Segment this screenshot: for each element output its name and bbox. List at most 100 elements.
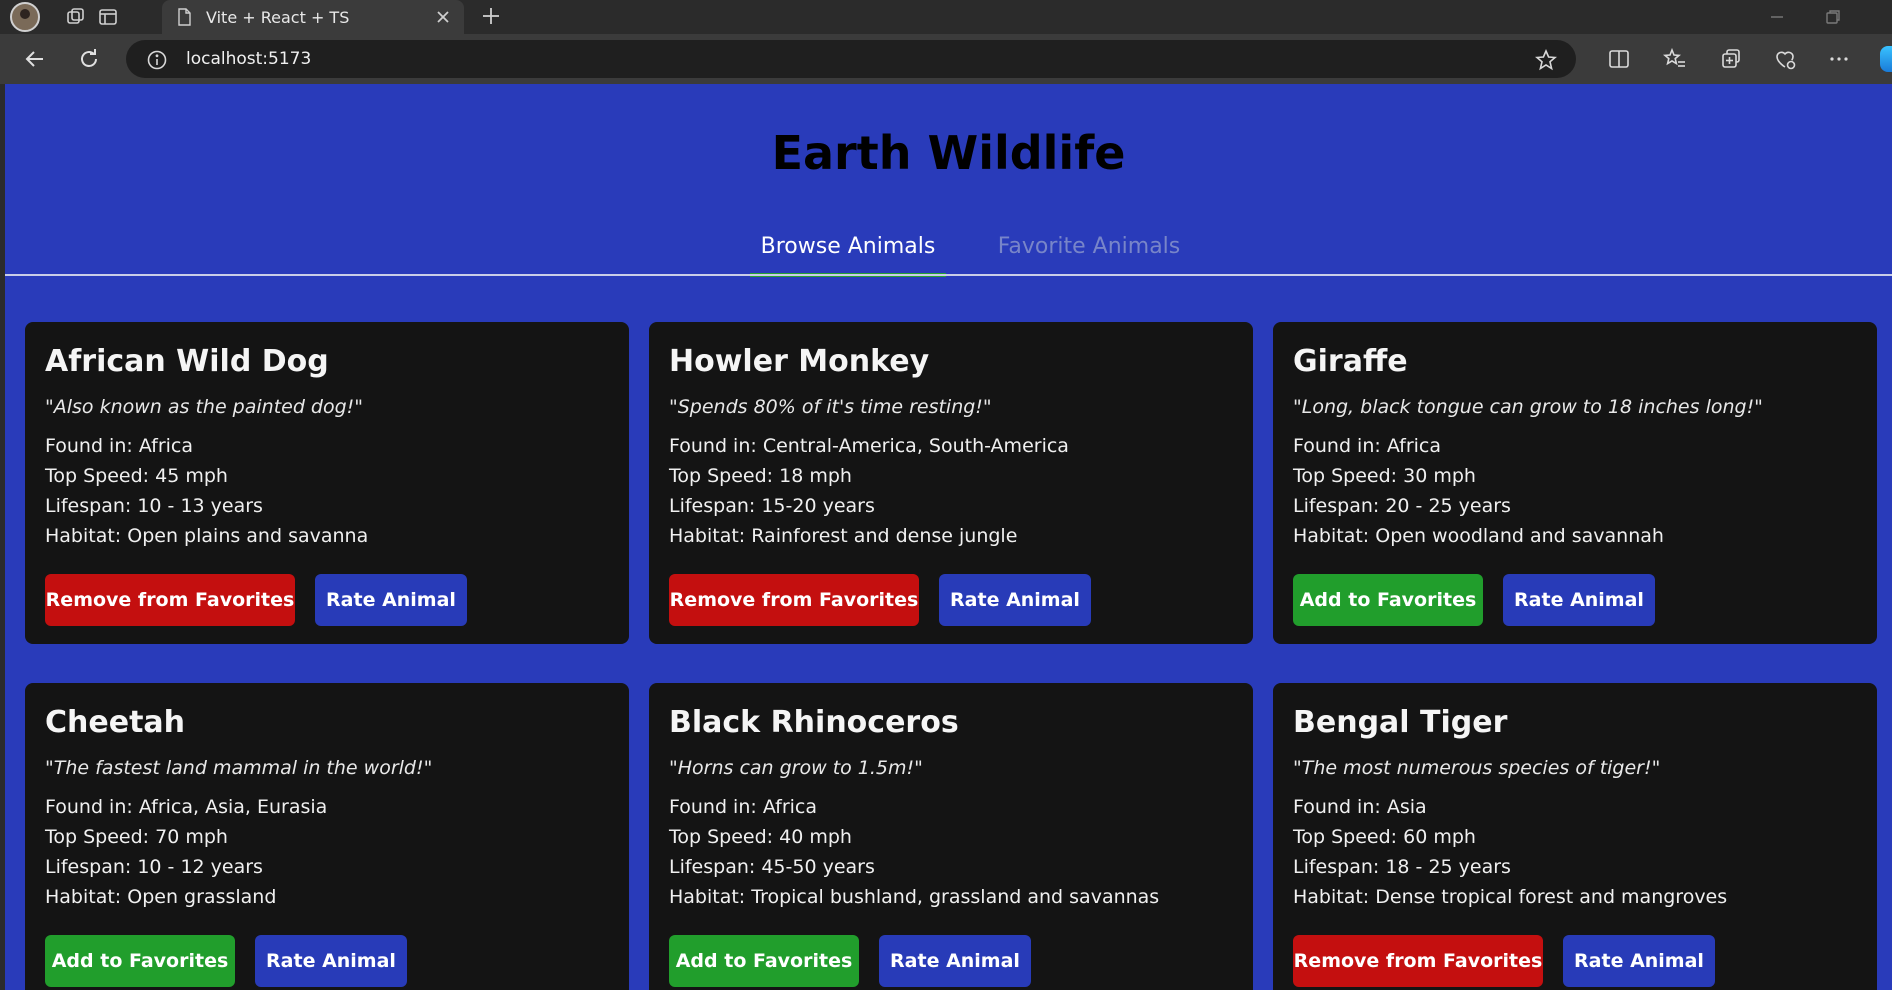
tab-browse-animals[interactable]: Browse Animals (750, 224, 946, 277)
page-title: Earth Wildlife (771, 126, 1126, 180)
animal-quote: "Horns can grow to 1.5m!" (669, 757, 923, 779)
add-to-favorites-button[interactable]: Add to Favorites (669, 935, 859, 987)
animal-name: Howler Monkey (669, 344, 930, 379)
address-bar[interactable]: localhost:5173 (126, 40, 1576, 78)
rate-animal-button[interactable]: Rate Animal (879, 935, 1031, 987)
rate-animal-button[interactable]: Rate Animal (255, 935, 407, 987)
found-in-label: Found in: (1293, 796, 1387, 818)
browser-tab[interactable]: Vite + React + TS (162, 0, 464, 34)
animal-name: Black Rhinoceros (669, 705, 959, 740)
animal-habitat: Habitat: Open woodland and savannah (1293, 525, 1664, 547)
lifespan-label: Lifespan: (669, 856, 762, 878)
lifespan-label: Lifespan: (669, 495, 762, 517)
animal-top-speed: Top Speed: 70 mph (45, 826, 228, 848)
copilot-icon[interactable] (1880, 46, 1892, 72)
animal-habitat: Habitat: Open plains and savanna (45, 525, 368, 547)
browser-toolbar: localhost:5173 (0, 34, 1892, 84)
page-icon (178, 8, 191, 26)
found-in-label: Found in: (669, 435, 763, 457)
top-speed-label: Top Speed: (669, 465, 780, 487)
animal-lifespan: Lifespan: 10 - 13 years (45, 495, 263, 517)
animal-card: Bengal Tiger "The most numerous species o… (1273, 683, 1877, 990)
animal-lifespan: Lifespan: 45-50 years (669, 856, 875, 878)
top-speed-value: 40 mph (779, 826, 852, 848)
site-info-icon[interactable] (146, 49, 168, 71)
top-speed-value: 60 mph (1403, 826, 1476, 848)
animal-habitat: Habitat: Dense tropical forest and mangr… (1293, 886, 1727, 908)
top-speed-value: 70 mph (155, 826, 228, 848)
animal-card: Howler Monkey "Spends 80% of it's time re… (649, 322, 1253, 644)
found-in-value: Africa (138, 435, 194, 457)
habitat-value: Open plains and savanna (127, 525, 369, 547)
tabs-divider (5, 274, 1892, 276)
animal-quote: "The most numerous species of tiger!" (1293, 757, 1661, 779)
habitat-label: Habitat: (45, 525, 128, 547)
lifespan-value: 45-50 years (761, 856, 875, 878)
remove-from-favorites-button[interactable]: Remove from Favorites (45, 574, 295, 626)
remove-from-favorites-button[interactable]: Remove from Favorites (669, 574, 919, 626)
browser-essentials-icon[interactable] (1772, 46, 1798, 72)
animal-quote: "Long, black tongue can grow to 18 inche… (1293, 396, 1763, 418)
lifespan-label: Lifespan: (1293, 495, 1386, 517)
favorites-icon[interactable] (1662, 46, 1688, 72)
refresh-icon[interactable] (76, 46, 102, 72)
split-screen-icon[interactable] (1606, 46, 1632, 72)
animal-name: Giraffe (1293, 344, 1408, 379)
animal-quote: "The fastest land mammal in the world!" (45, 757, 433, 779)
favorite-star-icon[interactable] (1534, 48, 1558, 72)
vertical-tabs-icon[interactable] (96, 5, 120, 29)
top-speed-value: 18 mph (779, 465, 852, 487)
habitat-label: Habitat: (669, 525, 752, 547)
animal-found-in: Found in: Africa (45, 435, 193, 457)
animal-lifespan: Lifespan: 10 - 12 years (45, 856, 263, 878)
lifespan-value: 10 - 13 years (137, 495, 263, 517)
page-content: Earth Wildlife Browse Animals Favorite A… (5, 84, 1892, 990)
collections-icon[interactable] (1718, 46, 1744, 72)
animal-quote: "Also known as the painted dog!" (45, 396, 364, 418)
rate-animal-button[interactable]: Rate Animal (1503, 574, 1655, 626)
top-speed-value: 45 mph (155, 465, 228, 487)
found-in-value: Asia (1386, 796, 1427, 818)
close-tab-icon[interactable] (432, 6, 454, 28)
top-speed-label: Top Speed: (1293, 465, 1404, 487)
rate-animal-button[interactable]: Rate Animal (1563, 935, 1715, 987)
more-options-icon[interactable] (1826, 46, 1852, 72)
lifespan-value: 10 - 12 years (137, 856, 263, 878)
animal-top-speed: Top Speed: 45 mph (45, 465, 228, 487)
restore-icon[interactable] (1822, 6, 1844, 28)
lifespan-label: Lifespan: (45, 856, 138, 878)
habitat-label: Habitat: (45, 886, 128, 908)
remove-from-favorites-button[interactable]: Remove from Favorites (1293, 935, 1543, 987)
profile-avatar[interactable] (10, 2, 40, 32)
minimize-icon[interactable] (1766, 6, 1788, 28)
found-in-label: Found in: (45, 796, 139, 818)
lifespan-label: Lifespan: (1293, 856, 1386, 878)
top-speed-label: Top Speed: (1293, 826, 1404, 848)
animal-lifespan: Lifespan: 15-20 years (669, 495, 875, 517)
animal-lifespan: Lifespan: 20 - 25 years (1293, 495, 1511, 517)
animal-top-speed: Top Speed: 30 mph (1293, 465, 1476, 487)
found-in-value: Central-America, South-America (762, 435, 1069, 457)
rate-animal-button[interactable]: Rate Animal (939, 574, 1091, 626)
workspaces-icon[interactable] (64, 5, 88, 29)
habitat-value: Tropical bushland, grassland and savanna… (751, 886, 1160, 908)
animal-name: African Wild Dog (45, 344, 329, 379)
top-speed-label: Top Speed: (45, 465, 156, 487)
habitat-value: Open grassland (127, 886, 277, 908)
add-to-favorites-button[interactable]: Add to Favorites (1293, 574, 1483, 626)
habitat-value: Open woodland and savannah (1375, 525, 1664, 547)
lifespan-value: 15-20 years (761, 495, 875, 517)
top-speed-label: Top Speed: (669, 826, 780, 848)
habitat-label: Habitat: (1293, 886, 1376, 908)
animal-found-in: Found in: Africa (1293, 435, 1441, 457)
animal-card: Cheetah "The fastest land mammal in the w… (25, 683, 629, 990)
new-tab-icon[interactable] (478, 3, 504, 29)
habitat-value: Rainforest and dense jungle (751, 525, 1018, 547)
found-in-label: Found in: (1293, 435, 1387, 457)
url-text[interactable]: localhost:5173 (186, 49, 311, 69)
tab-favorite-animals[interactable]: Favorite Animals (973, 224, 1205, 274)
back-icon[interactable] (22, 46, 48, 72)
add-to-favorites-button[interactable]: Add to Favorites (45, 935, 235, 987)
rate-animal-button[interactable]: Rate Animal (315, 574, 467, 626)
habitat-label: Habitat: (669, 886, 752, 908)
